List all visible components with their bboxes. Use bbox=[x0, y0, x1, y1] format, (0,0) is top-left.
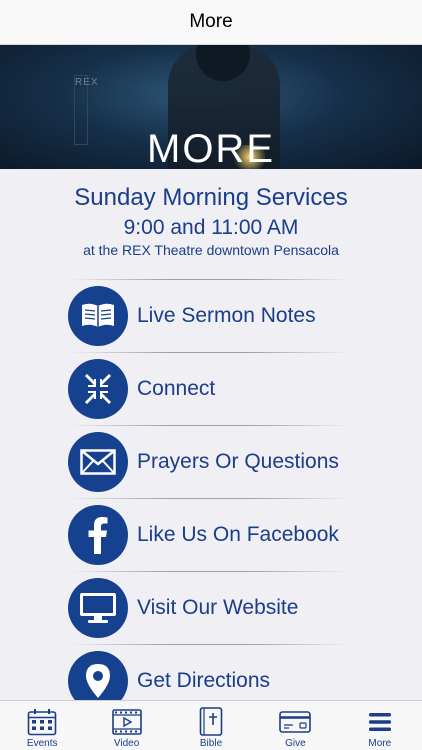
tab-bible[interactable]: Bible bbox=[169, 701, 253, 750]
tab-label: Give bbox=[285, 738, 306, 749]
tab-label: More bbox=[368, 738, 392, 749]
services-info: Sunday Morning Services 9:00 and 11:00 A… bbox=[0, 184, 422, 258]
video-icon bbox=[111, 707, 143, 737]
tab-video[interactable]: Video bbox=[84, 701, 168, 750]
arrows-inward-icon bbox=[68, 358, 128, 419]
menu-label: Live Sermon Notes bbox=[137, 303, 316, 327]
tab-label: Events bbox=[26, 738, 58, 749]
tab-give[interactable]: Give bbox=[253, 701, 337, 750]
menu-label: Like Us On Facebook bbox=[137, 522, 339, 546]
menu-label: Prayers Or Questions bbox=[137, 449, 339, 473]
tab-more[interactable]: More bbox=[338, 701, 422, 750]
tab-label: Video bbox=[113, 738, 140, 749]
menu-label: Connect bbox=[137, 376, 216, 400]
menu-icon bbox=[364, 707, 396, 737]
tab-bar: Events Video Bible Give More bbox=[0, 700, 422, 750]
menu-item-website[interactable]: Visit Our Website bbox=[68, 571, 350, 644]
menu-label: Visit Our Website bbox=[137, 595, 299, 619]
header-banner: REX MORE bbox=[0, 45, 422, 169]
banner-title: MORE bbox=[0, 127, 422, 169]
nav-title: More bbox=[189, 11, 233, 32]
services-title: Sunday Morning Services bbox=[74, 184, 348, 211]
envelope-icon bbox=[68, 431, 128, 492]
open-book-icon bbox=[68, 285, 128, 346]
bible-icon bbox=[195, 707, 227, 737]
tab-label: Bible bbox=[199, 738, 223, 749]
card-icon bbox=[279, 707, 312, 737]
menu-item-facebook[interactable]: Like Us On Facebook bbox=[68, 498, 350, 571]
services-times: 9:00 and 11:00 AM bbox=[123, 216, 299, 239]
monitor-icon bbox=[68, 577, 128, 638]
menu-item-live-sermon-notes[interactable]: Live Sermon Notes bbox=[68, 279, 350, 352]
more-menu: Live Sermon Notes Connect Prayers Or Que… bbox=[68, 279, 350, 717]
menu-item-connect[interactable]: Connect bbox=[68, 352, 350, 425]
tab-events[interactable]: Events bbox=[0, 701, 84, 750]
nav-bar: More bbox=[0, 0, 422, 45]
menu-item-prayers-questions[interactable]: Prayers Or Questions bbox=[68, 425, 350, 498]
services-venue: at the REX Theatre downtown Pensacola bbox=[83, 242, 339, 258]
calendar-icon bbox=[26, 707, 58, 737]
menu-label: Get Directions bbox=[137, 668, 271, 692]
facebook-icon bbox=[68, 504, 128, 565]
